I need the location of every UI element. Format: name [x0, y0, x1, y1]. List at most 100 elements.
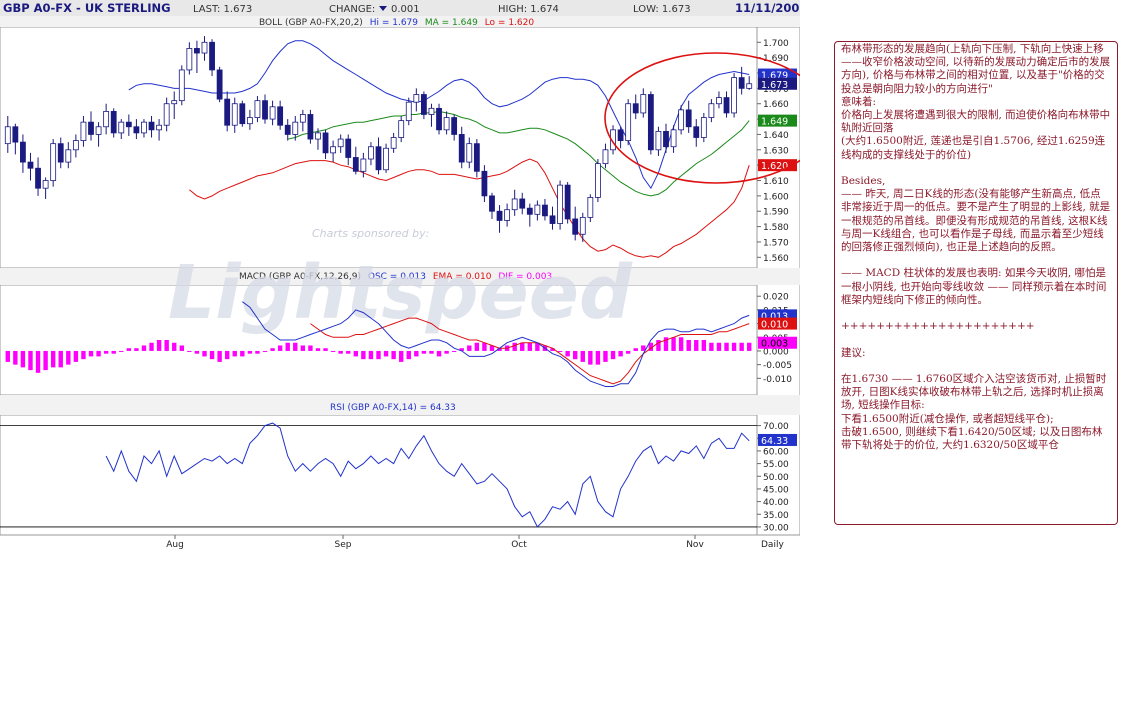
macd-histogram-bar — [111, 350, 116, 354]
rsi-axis-tick-label: 70.00 — [763, 422, 789, 432]
macd-histogram-bar — [187, 350, 192, 352]
candle-up — [254, 100, 261, 118]
watermark-sponsor: Charts sponsored by: — [312, 227, 429, 240]
price-axis-tick-label: 1.560 — [763, 254, 789, 264]
change-label: CHANGE: — [329, 4, 375, 15]
candle-up — [678, 109, 685, 131]
candle-down — [262, 100, 268, 120]
macd-histogram-bar — [134, 348, 139, 351]
macd-histogram-bar — [444, 350, 449, 354]
candle-down — [12, 126, 19, 143]
macd-dif-label: 0.003 — [761, 339, 788, 350]
candle-down — [88, 121, 94, 135]
macd-histogram-bar — [202, 350, 207, 357]
note-p1: 布林带形态的发展趋向(上轨向下压制, 下轨向上快速上移 ——收窄价格波动空间, … — [841, 43, 1111, 95]
rsi-axis-tick-label: 60.00 — [763, 447, 789, 457]
macd-histogram-bar — [625, 350, 631, 354]
boll-lo-label: 1.620 — [761, 161, 788, 172]
macd-histogram-bar — [633, 348, 638, 351]
candle-down — [209, 41, 215, 71]
rsi-axis-tick-label: 55.00 — [763, 460, 789, 470]
macd-histogram-bar — [179, 345, 184, 351]
macd-histogram-bar — [338, 350, 343, 354]
macd-histogram-bar — [580, 350, 585, 362]
macd-histogram-bar — [436, 350, 442, 357]
macd-histogram-bar — [346, 350, 351, 354]
macd-histogram-bar — [474, 342, 480, 351]
macd-histogram-bar — [588, 350, 593, 365]
macd-histogram-bar — [323, 348, 328, 351]
macd-histogram-bar — [512, 342, 517, 351]
candle-up — [443, 117, 450, 131]
candle-up — [65, 149, 72, 163]
low-price: LOW: 1.673 — [633, 4, 691, 15]
rsi-axis-tick-label: 45.00 — [763, 485, 789, 495]
candle-down — [564, 184, 571, 220]
macd-histogram-bar — [141, 345, 147, 351]
note-p6: —— 昨天, 周二日K线的形态(没有能够产生新高点, 低点非常接近于周一的低点。… — [841, 188, 1111, 254]
note-p12: 击破1.6500, 则继续下看1.6420/50区域; 以及日图布林带下轨将处于… — [841, 425, 1103, 452]
candle-up — [156, 124, 162, 131]
candle-down — [693, 126, 700, 138]
macd-histogram-bar — [429, 350, 434, 354]
note-p8: ++++++++++++++++++++++ — [841, 320, 1035, 333]
macd-histogram-bar — [270, 348, 275, 351]
note-spacer — [841, 254, 1111, 267]
candle-up — [595, 163, 601, 198]
candle-down — [481, 170, 488, 197]
candle-up — [708, 103, 715, 118]
candle-up — [72, 140, 79, 151]
candle-up — [670, 129, 677, 148]
candle-up — [625, 103, 632, 141]
macd-histogram-bar — [520, 342, 525, 351]
note-p11: 下看1.6500附近(减仓操作, 或者超短线平仓); — [841, 412, 1054, 425]
macd-histogram-bar — [103, 350, 109, 354]
candle-down — [239, 103, 246, 125]
candle-up — [4, 126, 11, 145]
price-axis-tick-label: 1.610 — [763, 177, 789, 187]
macd-histogram-bar — [300, 345, 306, 351]
note-spacer — [841, 162, 1111, 175]
rsi-axis-tick-label: 50.00 — [763, 473, 789, 483]
macd-histogram-bar — [126, 348, 132, 351]
macd-histogram-bar — [573, 350, 578, 360]
rsi-axis-tick-label: 35.00 — [763, 511, 789, 521]
macd-histogram-bar — [119, 350, 124, 352]
candle-up — [504, 209, 511, 221]
rsi-title: RSI (GBP A0-FX,14) = 64.33 — [330, 403, 456, 413]
note-p9: 建议: — [841, 346, 866, 359]
macd-histogram-bar — [240, 350, 245, 357]
macd-histogram-bar — [557, 350, 563, 352]
stock-chart: GBP A0-FX - UK STERLING LAST: 1.673 CHAN… — [0, 0, 828, 550]
candle-up — [405, 101, 412, 122]
candle-down — [110, 111, 117, 134]
candle-down — [436, 107, 442, 131]
macd-histogram-bar — [414, 350, 419, 357]
note-p4: (大约1.6500附近, 莲递也是引自1.5706, 经过1.6259连线构成的… — [841, 135, 1106, 161]
macd-histogram-bar — [194, 350, 200, 354]
macd-histogram-bar — [308, 345, 313, 351]
high-price: HIGH: 1.674 — [498, 4, 559, 15]
candle-up — [655, 130, 662, 151]
candle-down — [632, 103, 639, 114]
macd-histogram-bar — [262, 350, 268, 352]
macd-axis-tick-label: 0.020 — [763, 293, 789, 303]
header-date: 11/11/2009 — [735, 1, 800, 15]
candle-up — [103, 111, 110, 128]
candle-up — [141, 121, 147, 134]
rsi-axis-tick-label: 30.00 — [763, 523, 789, 533]
macd-histogram-bar — [686, 340, 691, 351]
macd-histogram-bar — [739, 342, 744, 351]
macd-histogram-bar — [603, 350, 608, 362]
candle-down — [723, 97, 730, 114]
macd-axis-tick-label: -0.005 — [763, 361, 792, 371]
chart-svg: GBP A0-FX - UK STERLING LAST: 1.673 CHAN… — [0, 0, 828, 550]
macd-histogram-bar — [595, 350, 601, 365]
candle-down — [148, 121, 155, 131]
candle-down — [216, 69, 223, 100]
candle-down — [458, 134, 465, 163]
macd-histogram-bar — [315, 348, 321, 351]
candle-up — [186, 48, 193, 71]
rsi-value-label: 64.33 — [761, 436, 788, 447]
change-value: 0.001 — [391, 4, 420, 15]
